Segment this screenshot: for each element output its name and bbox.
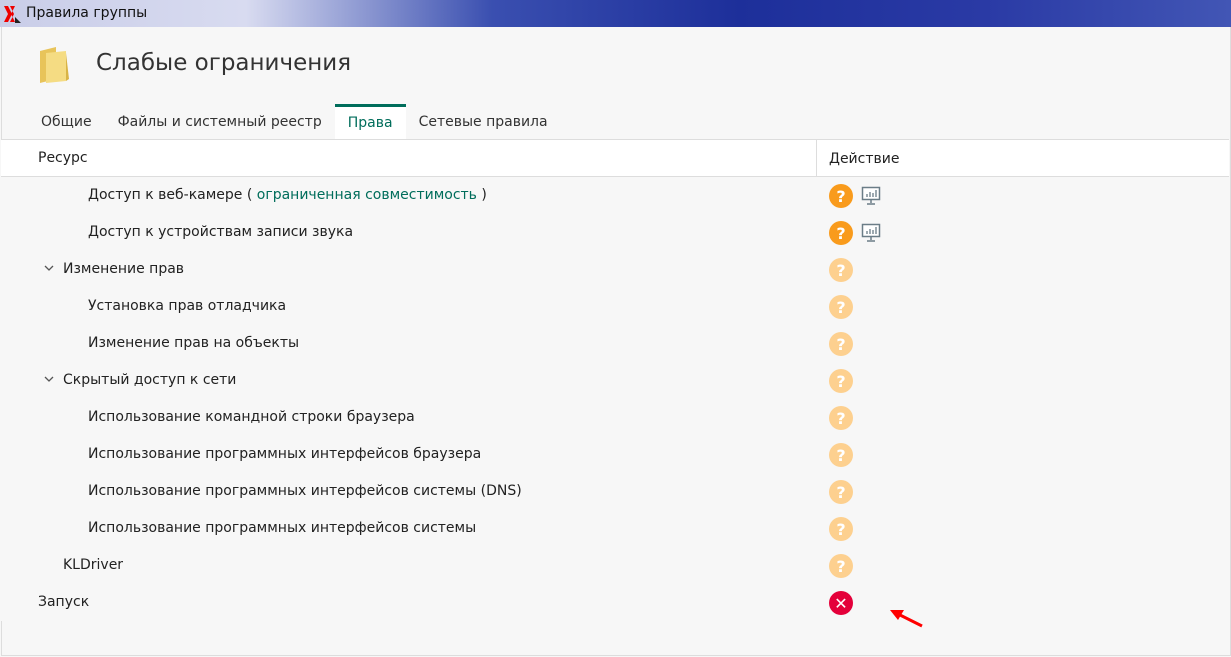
resource-label: Изменение прав xyxy=(63,261,185,277)
monitor-log-icon[interactable] xyxy=(861,186,881,206)
ask-icon[interactable]: ? xyxy=(829,184,853,208)
ask-icon[interactable]: ? xyxy=(829,406,853,430)
resource-label: Изменение прав на объекты xyxy=(88,335,300,351)
action-cell[interactable]: ? xyxy=(829,443,853,467)
action-cell[interactable]: ? xyxy=(829,517,853,541)
ask-icon[interactable]: ? xyxy=(829,221,853,245)
resource-label: KLDriver xyxy=(63,557,124,573)
column-header-resource[interactable]: Ресурс xyxy=(38,150,88,166)
column-header-action[interactable]: Действие xyxy=(816,140,899,176)
ask-icon[interactable]: ? xyxy=(829,332,853,356)
table-row[interactable]: Доступ к веб-камере ( ограниченная совме… xyxy=(1,177,1229,214)
action-cell[interactable]: ? xyxy=(829,554,853,578)
ask-icon[interactable]: ? xyxy=(829,258,853,282)
resource-label: Использование программных интерфейсов си… xyxy=(88,520,477,536)
resource-label: Запуск xyxy=(38,594,90,610)
tab-3[interactable]: Сетевые правила xyxy=(406,104,561,139)
ask-icon[interactable]: ? xyxy=(829,443,853,467)
action-cell[interactable]: ? xyxy=(829,258,853,282)
table-row[interactable]: Изменение прав на объекты? xyxy=(1,325,1229,362)
permissions-table: Ресурс Действие Доступ к веб-камере ( ог… xyxy=(1,139,1229,621)
action-cell[interactable]: ✕ xyxy=(829,591,853,615)
tab-2[interactable]: Права xyxy=(334,104,406,139)
folder-icon xyxy=(40,47,69,83)
action-cell[interactable]: ? xyxy=(829,406,853,430)
chevron-down-icon[interactable] xyxy=(43,262,55,274)
tab-bar: Общие Файлы и системный реестр Права Сетевы… xyxy=(28,104,561,139)
table-row[interactable]: Использование программных интерфейсов си… xyxy=(1,473,1229,510)
table-row[interactable]: KLDriver? xyxy=(1,547,1229,584)
deny-icon[interactable]: ✕ xyxy=(829,591,853,615)
action-cell[interactable]: ? xyxy=(829,295,853,319)
red-arrow-annotation xyxy=(890,610,923,628)
action-cell[interactable]: ? xyxy=(829,480,853,504)
ask-icon[interactable]: ? xyxy=(829,295,853,319)
table-row[interactable]: Использование командной строки браузера? xyxy=(1,399,1229,436)
chevron-down-icon[interactable] xyxy=(43,373,55,385)
table-row[interactable]: Изменение прав? xyxy=(1,251,1229,288)
ask-icon[interactable]: ? xyxy=(829,554,853,578)
compatibility-link[interactable]: ограниченная совместимость xyxy=(257,187,477,203)
table-row[interactable]: Скрытый доступ к сети? xyxy=(1,362,1229,399)
ask-icon[interactable]: ? xyxy=(829,480,853,504)
tab-0[interactable]: Общие xyxy=(28,104,105,139)
table-header: Ресурс Действие xyxy=(1,140,1229,177)
action-cell[interactable]: ? xyxy=(829,184,881,208)
page-title: Слабые ограничения xyxy=(96,50,352,76)
table-row[interactable]: Использование программных интерфейсов бр… xyxy=(1,436,1229,473)
resource-label: Использование программных интерфейсов си… xyxy=(88,483,522,499)
resource-label: Скрытый доступ к сети xyxy=(63,372,237,388)
kaspersky-logo-icon xyxy=(4,6,21,23)
action-cell[interactable]: ? xyxy=(829,332,853,356)
action-cell[interactable]: ? xyxy=(829,369,853,393)
table-row[interactable]: Запуск ✕ xyxy=(1,584,1229,621)
action-cell[interactable]: ? xyxy=(829,221,881,245)
title-bar: Правила группы xyxy=(0,0,1231,27)
table-row[interactable]: Использование программных интерфейсов си… xyxy=(1,510,1229,547)
resource-label: Использование командной строки браузера xyxy=(88,409,415,425)
resource-label: Установка прав отладчика xyxy=(88,298,287,314)
resource-label: Доступ к веб-камере ( ограниченная совме… xyxy=(88,187,487,203)
monitor-log-icon[interactable] xyxy=(861,223,881,243)
ask-icon[interactable]: ? xyxy=(829,517,853,541)
window-title: Правила группы xyxy=(26,5,148,21)
table-row[interactable]: Установка прав отладчика? xyxy=(1,288,1229,325)
table-row[interactable]: Доступ к устройствам записи звука? xyxy=(1,214,1229,251)
resource-label: Доступ к устройствам записи звука xyxy=(88,224,354,240)
tab-1[interactable]: Файлы и системный реестр xyxy=(105,104,335,139)
resource-label: Использование программных интерфейсов бр… xyxy=(88,446,482,462)
ask-icon[interactable]: ? xyxy=(829,369,853,393)
